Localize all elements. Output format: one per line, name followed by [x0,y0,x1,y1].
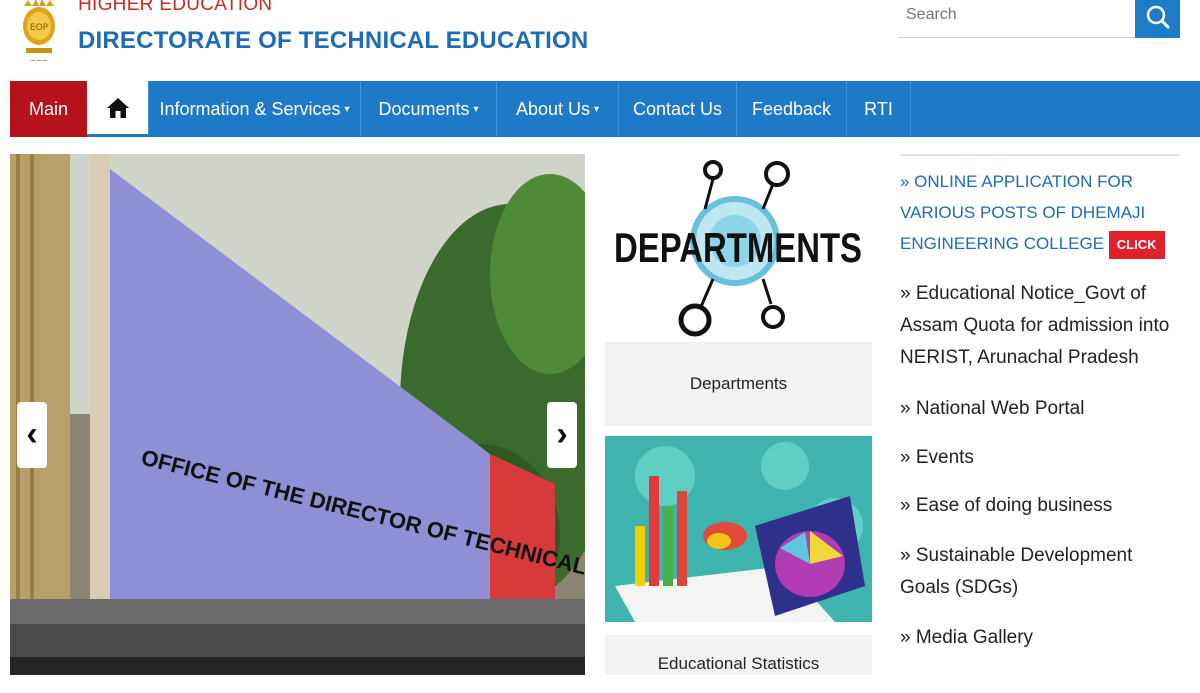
news-item-dhemaji[interactable]: » ONLINE APPLICATION FOR VARIOUS POSTS O… [900,166,1180,259]
nav-about-us-label: About Us [515,99,590,119]
slider-caption-bar [10,657,585,675]
search-icon [1146,5,1170,29]
office-sign-photo: OFFICE OF THE DIRECTOR OF TECHNICAL EDUC… [10,154,585,675]
departments-image-text: DEPARTMENTS [614,224,862,271]
nav-feedback[interactable]: Feedback [737,81,847,137]
click-badge[interactable]: CLICK [1108,230,1165,259]
main-nav: Main Information & Services ▾ Documents ▾ … [10,81,1200,137]
hero-slider[interactable]: OFFICE OF THE DIRECTOR OF TECHNICAL EDUC… [10,154,585,675]
educational-statistics-image [605,436,872,622]
news-item-ease-of-doing-business[interactable]: » Ease of doing business [900,490,1180,522]
nav-main[interactable]: Main [10,81,87,137]
nav-feedback-label: Feedback [751,99,832,119]
nav-information-services[interactable]: Information & Services ▾ [149,81,361,137]
search-box [898,0,1135,38]
educational-statistics-label[interactable]: Educational Statistics [605,635,872,675]
news-item-national-web-portal[interactable]: » National Web Portal [900,393,1180,425]
nav-main-label: Main [28,99,68,119]
nav-rti[interactable]: RTI [847,81,911,137]
nav-information-services-label: Information & Services [159,99,341,119]
chevron-down-icon: ▾ [344,104,350,116]
nav-about-us[interactable]: About Us ▾ [497,81,619,137]
news-item-nerist[interactable]: » Educational Notice_Govt of Assam Quota… [900,278,1180,374]
departments-label[interactable]: Departments [605,342,872,426]
nav-documents[interactable]: Documents ▾ [361,81,497,137]
chevron-down-icon: ▾ [594,104,600,116]
home-icon [106,98,129,119]
assam-emblem-icon[interactable]: EOP ~~~ [18,0,60,66]
search-input[interactable] [898,0,1131,30]
nav-contact-us[interactable]: Contact Us [619,81,737,137]
nav-home[interactable] [87,81,149,137]
slider-next-button[interactable]: › [547,402,577,468]
dept-label: HIGHER EDUCATION [78,0,273,15]
svg-text:EOP: EOP [30,23,49,33]
svg-text:~~~: ~~~ [30,57,48,65]
nav-documents-label: Documents [378,99,470,119]
chevron-down-icon: ▾ [473,104,479,116]
org-name[interactable]: DIRECTORATE OF TECHNICAL EDUCATION [78,27,588,55]
departments-image: DEPARTMENTS [605,154,872,342]
nav-contact-us-label: Contact Us [632,99,723,119]
site-header: EOP ~~~ HIGHER EDUCATION DIRECTORATE OF … [0,0,1200,80]
nav-rti-label: RTI [864,99,893,119]
news-item-events[interactable]: » Events [900,442,1180,474]
educational-statistics-card[interactable]: Educational Statistics [605,436,872,675]
search-button[interactable] [1135,0,1180,38]
departments-card[interactable]: DEPARTMENTS Departments [605,154,872,426]
news-divider [900,154,1180,156]
news-item-sdgs[interactable]: » Sustainable Development Goals (SDGs) [900,540,1180,604]
news-item-media-gallery[interactable]: » Media Gallery [900,622,1180,654]
slider-prev-button[interactable]: ‹ [17,402,47,468]
